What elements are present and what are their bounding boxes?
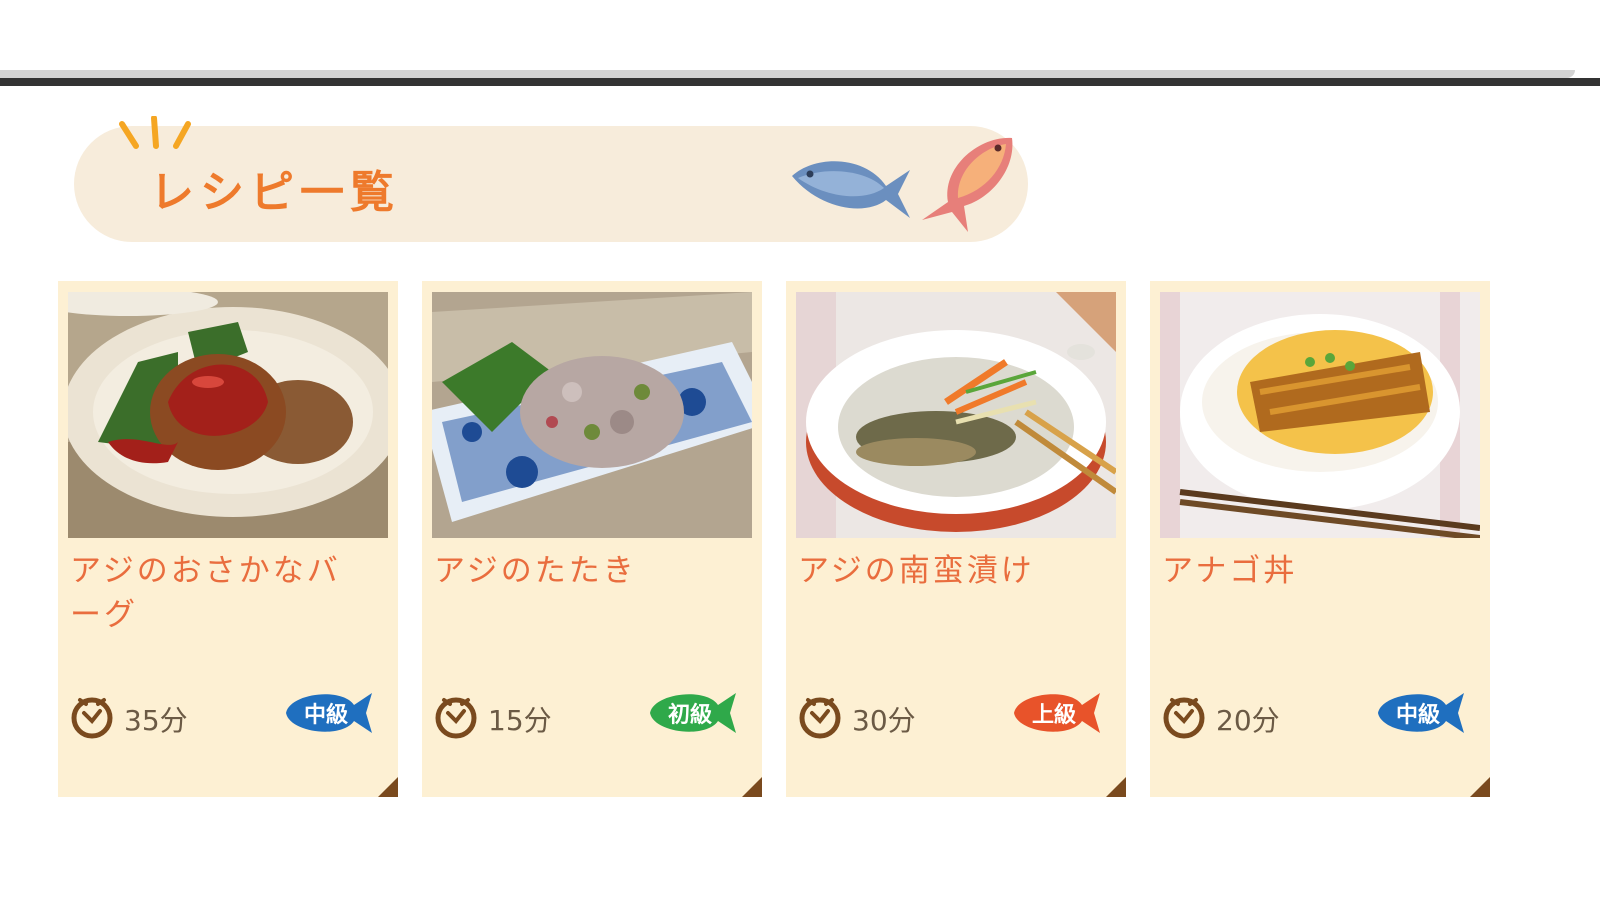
difficulty-label: 初級 — [667, 703, 712, 728]
recipe-name[interactable]: アジのたたき — [434, 549, 734, 593]
recipe-name[interactable]: アジの南蛮漬け — [798, 549, 1098, 593]
recipe-photo[interactable] — [796, 292, 1116, 538]
difficulty-label: 中級 — [303, 703, 348, 728]
recipe-card-list: アジのおさかなバーグ 35分 中級 アジのたたき 15分 初級 アジの南蛮漬け … — [58, 281, 1518, 797]
recipe-card[interactable]: アジのたたき 15分 初級 — [422, 281, 762, 797]
cooking-time: 20分 — [1216, 704, 1280, 737]
recipe-photo[interactable] — [68, 292, 388, 538]
difficulty-label: 上級 — [1031, 703, 1076, 728]
card-corner-fold — [1470, 777, 1490, 797]
section-title: レシピ一覧 — [150, 167, 400, 218]
difficulty-badge: 中級 — [282, 685, 374, 741]
clock-icon — [71, 697, 113, 739]
top-divider — [0, 66, 1600, 90]
card-corner-fold — [1106, 777, 1126, 797]
pink-fish-icon — [922, 137, 1013, 232]
cooking-time: 35分 — [124, 704, 188, 737]
cooking-time: 15分 — [488, 704, 552, 737]
card-corner-fold — [378, 777, 398, 797]
recipe-photo[interactable] — [432, 292, 752, 538]
recipe-card[interactable]: アジの南蛮漬け 30分 上級 — [786, 281, 1126, 797]
cooking-time: 30分 — [852, 704, 916, 737]
recipe-list-header: レシピ一覧 — [74, 116, 1028, 242]
blue-fish-icon — [792, 161, 910, 218]
recipe-name[interactable]: アジのおさかなバーグ — [70, 549, 370, 637]
divider-dark — [0, 78, 1600, 86]
divider-light — [0, 70, 1575, 78]
clock-icon — [799, 697, 841, 739]
recipe-card[interactable]: アナゴ丼 20分 中級 — [1150, 281, 1490, 797]
difficulty-badge: 中級 — [1374, 685, 1466, 741]
difficulty-badge: 初級 — [646, 685, 738, 741]
difficulty-badge: 上級 — [1010, 685, 1102, 741]
card-corner-fold — [742, 777, 762, 797]
recipe-name[interactable]: アナゴ丼 — [1162, 549, 1462, 593]
clock-icon — [435, 697, 477, 739]
clock-icon — [1163, 697, 1205, 739]
recipe-photo[interactable] — [1160, 292, 1480, 538]
difficulty-label: 中級 — [1395, 703, 1440, 728]
recipe-card[interactable]: アジのおさかなバーグ 35分 中級 — [58, 281, 398, 797]
